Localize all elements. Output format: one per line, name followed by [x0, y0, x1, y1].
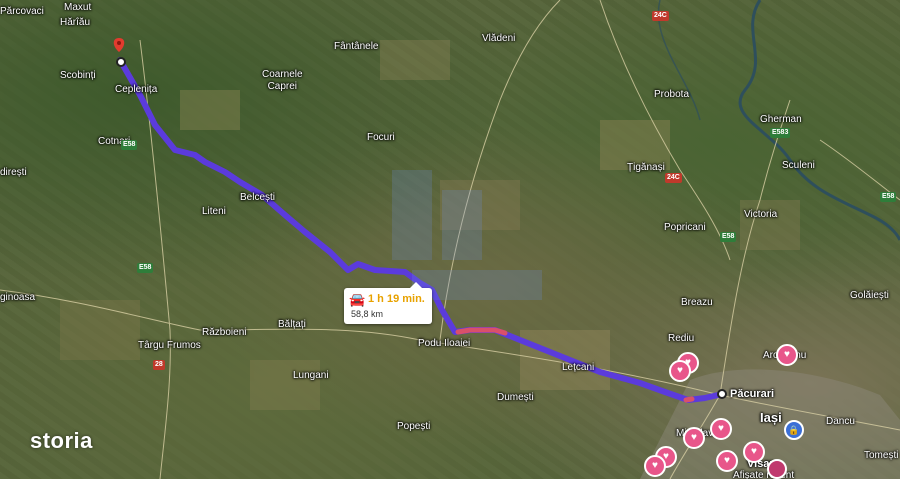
destination-pin-icon[interactable] [113, 38, 125, 52]
place-scobinti: Scobinți [60, 70, 96, 81]
place-razboieni: Războieni [202, 327, 247, 338]
favorite-listing-marker-icon[interactable]: ♥ [716, 450, 738, 472]
road-shield-e58: E58 [121, 140, 138, 150]
private-listing-marker-icon[interactable]: 🔒 [784, 420, 804, 440]
place-popricani: Popricani [664, 222, 706, 233]
place-sculeni: Sculeni [782, 160, 815, 171]
place-dumesti: Dumești [497, 392, 534, 403]
road-shield-e583: E583 [770, 128, 791, 138]
route-info-callout[interactable]: 🚘 1 h 19 min. 58,8 km [344, 282, 432, 324]
route-duration: 1 h 19 min. [368, 293, 425, 305]
route-end-dot[interactable] [717, 389, 727, 399]
road-shield-28: 28 [153, 360, 165, 370]
place-focuri: Focuri [367, 132, 395, 143]
place-golaiesti: Golăiești [850, 290, 889, 301]
storia-logo: storia [30, 428, 93, 453]
place-liteni: Liteni [202, 206, 226, 217]
place-letcani: Lețcani [562, 362, 595, 373]
place-targu-frumos: Târgu Frumos [138, 340, 201, 351]
road-shield-24c: 24C [652, 11, 669, 21]
route-start-dot[interactable] [116, 57, 126, 67]
favorite-listing-marker-icon[interactable]: ♥ [743, 441, 765, 463]
favorite-listing-marker-icon[interactable]: ♥ [710, 418, 732, 440]
satellite-map[interactable]: Părcovaci Maxut Hărîău Scobinți Cepleniț… [0, 0, 900, 479]
road-shield-e58: E58 [137, 263, 154, 273]
place-tomesti: Tomești [864, 450, 899, 461]
place-vladeni: Vlădeni [482, 33, 516, 44]
favorite-listing-marker-icon[interactable]: ♥ [776, 344, 798, 366]
place-pacurari: Păcurari [730, 388, 775, 400]
place-gherman: Gherman [760, 114, 802, 125]
road-shield-24c: 24C [665, 173, 682, 183]
route-distance: 58,8 km [351, 309, 384, 319]
place-belcesti: Belcești [240, 192, 276, 203]
place-victoria: Victoria [744, 209, 778, 220]
place-podu-iloaiei: Podu Iloaiei [418, 338, 471, 349]
place-baltati: Bălțați [278, 319, 306, 330]
road-shield-e58: E58 [880, 192, 897, 202]
place-sinoasa: ginoasa [0, 292, 36, 303]
place-hariau: Hărîău [60, 17, 91, 28]
place-breazu: Breazu [681, 297, 713, 308]
place-dancu: Dancu [826, 416, 855, 427]
place-fantanele: Fântânele [334, 41, 379, 52]
place-coarnele-caprei: Coarnele Caprei [262, 69, 303, 92]
place-probota: Probota [654, 89, 690, 100]
favorite-listing-marker-icon[interactable]: ♥ [644, 455, 666, 477]
place-maxut: Maxut [64, 2, 92, 13]
place-rediu: Rediu [668, 333, 695, 344]
road-shield-e58: E58 [720, 232, 737, 242]
place-ceplenita: Ceplenița [115, 84, 158, 95]
car-icon: 🚘 [349, 292, 366, 307]
place-iasi: Iași [760, 410, 782, 425]
place-parcovaci: Părcovaci [0, 6, 44, 17]
place-lungani: Lungani [293, 370, 329, 381]
favorite-listing-marker-icon[interactable]: ♥ [669, 360, 691, 382]
place-popesti: Popești [397, 421, 431, 432]
place-diresti: direști [0, 167, 27, 178]
place-tiganasi: Țigănași [627, 162, 665, 173]
favorite-listing-marker-icon[interactable]: ♥ [683, 427, 705, 449]
listing-cluster-marker-icon[interactable] [767, 459, 787, 479]
